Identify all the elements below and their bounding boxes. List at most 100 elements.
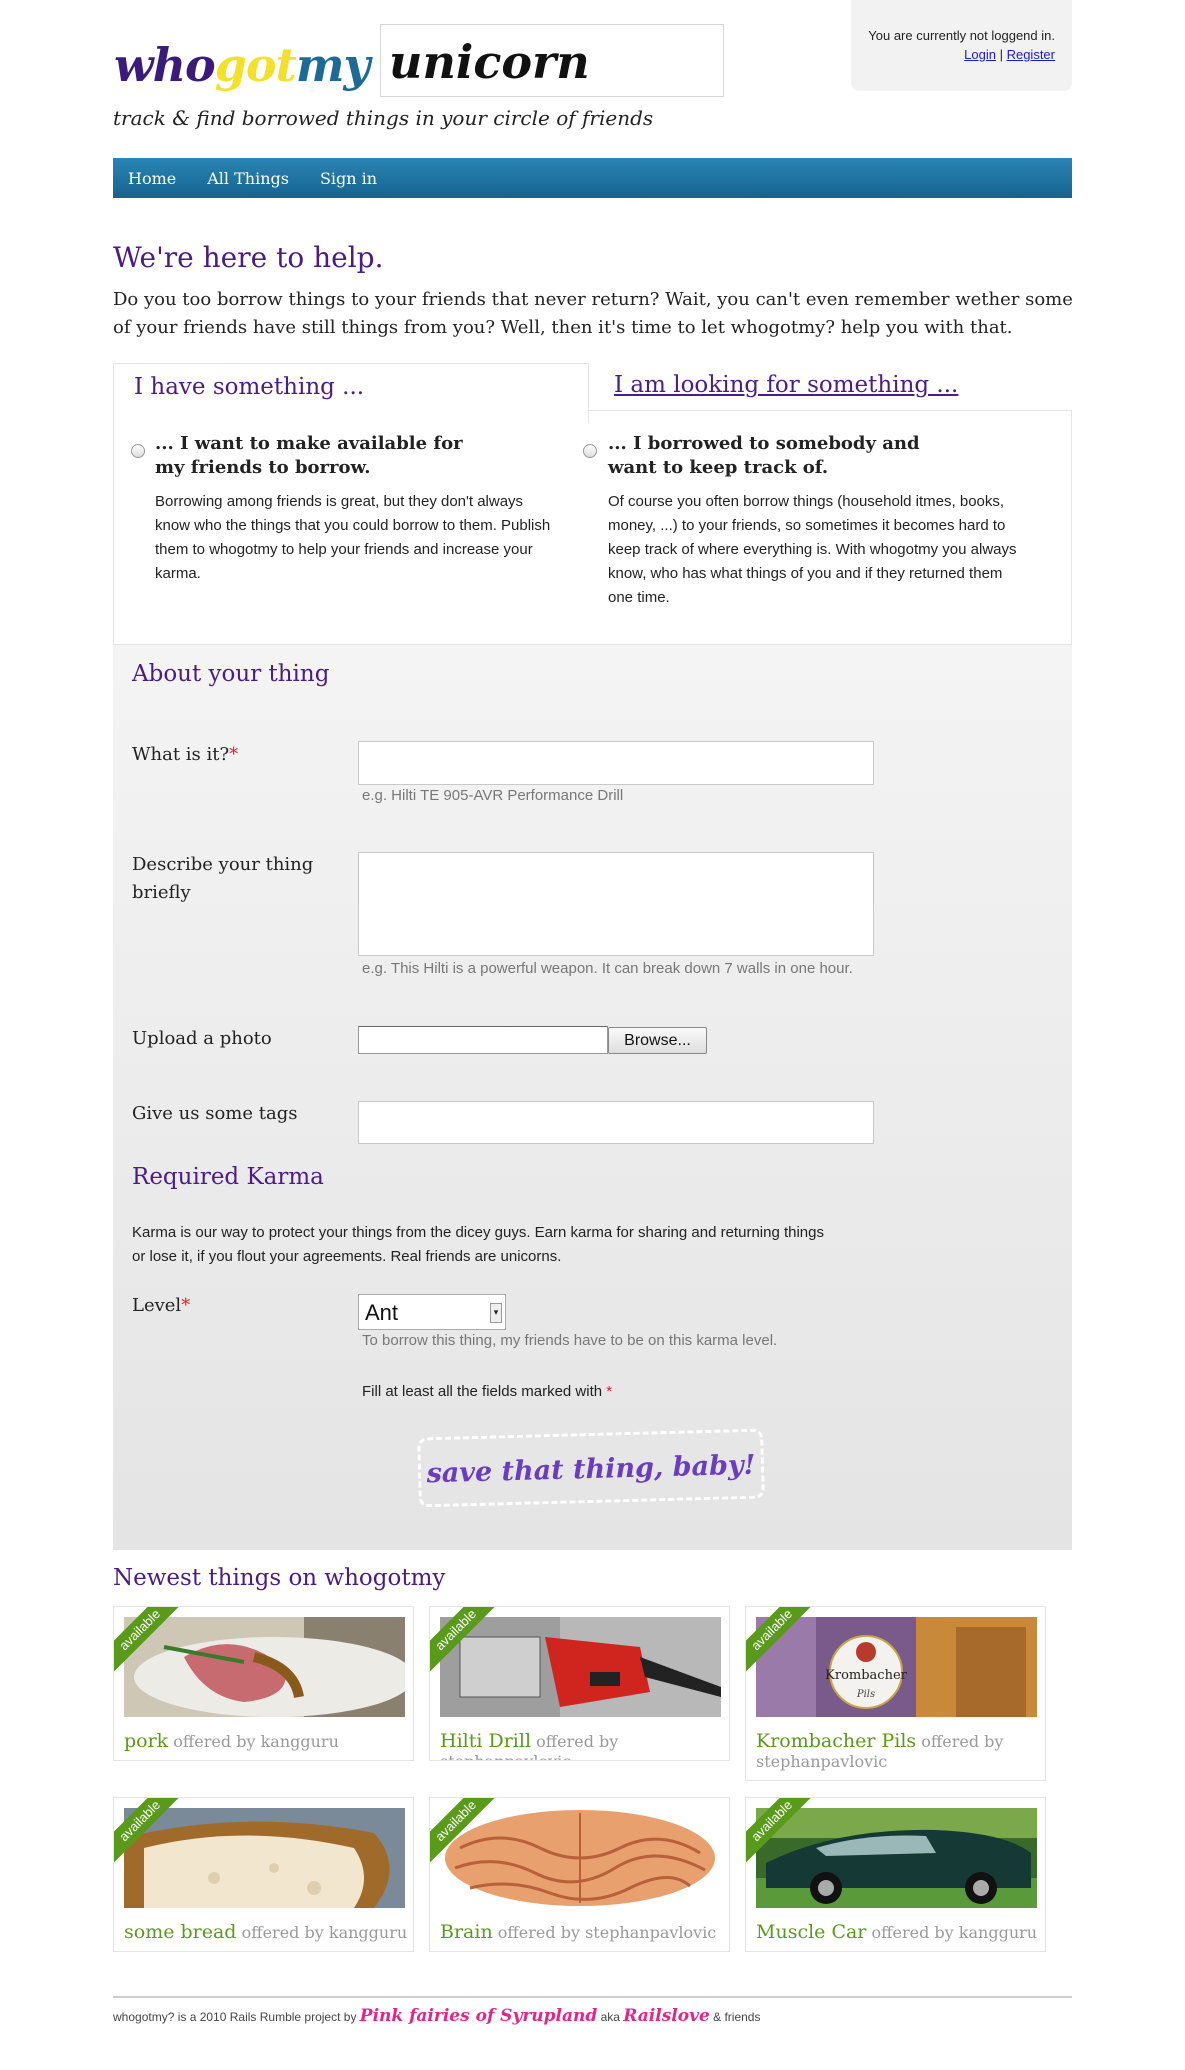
footer-alias-link[interactable]: Railslove (623, 2006, 710, 2026)
offered-by-text: offered by (536, 1732, 619, 1751)
thing-card[interactable]: available some bread offered by kangguru (113, 1797, 414, 1952)
logo-my: my (295, 38, 370, 92)
karma-level-select[interactable]: Ant ▾ (358, 1294, 506, 1330)
thing-owner[interactable]: kangguru (329, 1923, 407, 1942)
thing-owner[interactable]: stephanpavlovic (585, 1923, 716, 1942)
main-nav: Home All Things Sign in (113, 158, 1072, 198)
describe-hint: e.g. This Hilti is a powerful weapon. It… (362, 960, 853, 977)
option-track-borrowed-text: Of course you often borrow things (house… (608, 493, 1017, 606)
option-track-borrowed-title-line1: ... I borrowed to somebody and (608, 433, 920, 454)
what-hint: e.g. Hilti TE 905-AVR Performance Drill (362, 787, 624, 804)
login-box: You are currently not loggend in. Login … (851, 0, 1072, 91)
thing-caption: Krombacher Pils offered by stephanpavlov… (756, 1731, 1041, 1772)
thing-owner[interactable]: stephanpavlovic (440, 1752, 571, 1760)
upload-label: Upload a photo (132, 1028, 272, 1049)
option-track-borrowed-title-line2: want to keep track of. (608, 457, 829, 478)
thing-name[interactable]: Muscle Car (756, 1921, 866, 1943)
krombacher-pils-image: Krombacher Pils (756, 1617, 1037, 1717)
level-hint: To borrow this thing, my friends have to… (362, 1332, 778, 1349)
thing-name[interactable]: pork (124, 1730, 168, 1752)
what-label: What is it?* (132, 741, 238, 769)
photo-file-input[interactable] (358, 1026, 608, 1054)
describe-textarea[interactable] (358, 852, 874, 956)
newest-things-title: Newest things on whogotmy (113, 1565, 446, 1591)
required-mark: * (606, 1383, 613, 1400)
muscle-car-image (756, 1808, 1037, 1908)
offered-by-text: offered by (497, 1923, 580, 1942)
logo[interactable]: whogotmy (114, 38, 370, 92)
footer-prefix: whogotmy? is a 2010 Rails Rumble project… (113, 2010, 360, 2024)
thing-card[interactable]: Krombacher Pils available Krombacher Pil… (745, 1606, 1046, 1781)
karma-text-line1: Karma is our way to protect your things … (132, 1224, 824, 1241)
brain-image (440, 1808, 721, 1908)
option-make-available-title: ... I want to make available for my frie… (155, 432, 535, 480)
level-label-text: Level (132, 1295, 182, 1316)
required-fields-note: Fill at least all the fields marked with… (362, 1380, 612, 1404)
option-track-borrowed-radio[interactable] (583, 444, 597, 458)
describe-label: Describe your thing briefly (132, 851, 313, 907)
thing-owner[interactable]: kangguru (261, 1732, 339, 1751)
save-button[interactable]: save that thing, baby! (417, 1428, 765, 1508)
logo-who: who (114, 38, 216, 92)
option-make-available-title-line1: ... I want to make available for (155, 433, 463, 454)
thing-owner[interactable]: stephanpavlovic (756, 1752, 887, 1771)
what-label-text: What is it? (132, 744, 230, 765)
tags-input[interactable] (358, 1101, 874, 1144)
karma-level-value: Ant (365, 1300, 399, 1325)
logo-word: unicorn (389, 35, 590, 89)
login-link[interactable]: Login (964, 47, 996, 62)
required-mark: * (229, 744, 239, 765)
thing-name[interactable]: Krombacher Pils (756, 1730, 916, 1752)
thing-caption: Muscle Car offered by kangguru (756, 1922, 1041, 1943)
offered-by-text: offered by (241, 1923, 324, 1942)
thing-card[interactable]: available pork offered by kangguru (113, 1606, 414, 1761)
thing-card[interactable]: available Brain offered by stephanpavlov… (429, 1797, 730, 1952)
logo-word-box: unicorn (380, 24, 724, 97)
nav-home[interactable]: Home (128, 169, 176, 188)
required-fields-note-text: Fill at least all the fields marked with (362, 1383, 607, 1400)
thing-caption: pork offered by kangguru (124, 1731, 409, 1752)
tab-divider (589, 410, 1072, 411)
thing-name[interactable]: Hilti Drill (440, 1730, 531, 1752)
offered-by-text: offered by (173, 1732, 256, 1751)
pork-image (124, 1617, 405, 1717)
what-input[interactable] (358, 741, 874, 785)
hilti-drill-image (440, 1617, 721, 1717)
logo-got: got (214, 38, 297, 92)
level-label: Level* (132, 1292, 190, 1320)
browse-button[interactable]: Browse... (608, 1027, 707, 1054)
intro-text: Do you too borrow things to your friends… (113, 289, 1073, 338)
required-mark: * (181, 1295, 191, 1316)
offered-by-text: offered by (921, 1732, 1004, 1751)
karma-title: Required Karma (132, 1164, 324, 1190)
tags-label: Give us some tags (132, 1103, 298, 1124)
offered-by-text: offered by (871, 1923, 954, 1942)
thing-caption: Brain offered by stephanpavlovic (440, 1922, 725, 1943)
footer-team-link[interactable]: Pink fairies of Syrupland (360, 2006, 597, 2026)
page-title: We're here to help. (113, 241, 384, 274)
tagline: track & find borrowed things in your cir… (113, 106, 654, 130)
thing-name[interactable]: Brain (440, 1921, 493, 1943)
tab-have-something-label: I have something ... (134, 374, 365, 400)
about-thing-title: About your thing (132, 661, 330, 687)
describe-label-line1: Describe your thing (132, 854, 314, 875)
register-link[interactable]: Register (1007, 47, 1055, 62)
thing-card[interactable]: available Muscle Car offered by kangguru (745, 1797, 1046, 1952)
thing-name[interactable]: some bread (124, 1921, 236, 1943)
footer-divider (113, 1996, 1072, 1998)
nav-sign-in[interactable]: Sign in (320, 169, 377, 188)
karma-text-line2: or lose it, if you flout your agreements… (132, 1248, 562, 1265)
nav-all-things[interactable]: All Things (207, 169, 289, 188)
option-make-available-radio[interactable] (131, 444, 145, 458)
thing-card[interactable]: available Hilti Drill offered by stephan… (429, 1606, 730, 1761)
chevron-down-icon: ▾ (490, 1303, 502, 1323)
krombacher-label: Krombacher (825, 1668, 907, 1683)
tab-have-something[interactable]: I have something ... (113, 363, 589, 423)
tab-looking-for-something[interactable]: I am looking for something ... (614, 372, 958, 398)
thing-caption: Hilti Drill offered by stephanpavlovic (440, 1730, 725, 1760)
footer-suffix: & friends (709, 2010, 761, 2024)
footer-aka: aka (597, 2010, 624, 2024)
login-status: You are currently not loggend in. (868, 28, 1055, 43)
thing-owner[interactable]: kangguru (959, 1923, 1037, 1942)
option-track-borrowed-title: ... I borrowed to somebody and want to k… (608, 432, 988, 480)
